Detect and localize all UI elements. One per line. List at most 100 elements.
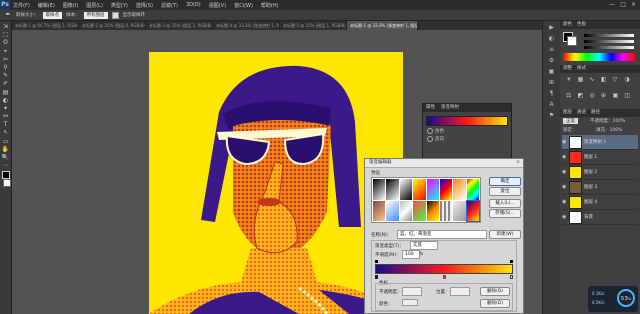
opacity-stop-right[interactable] [510, 260, 513, 263]
reverse-option[interactable]: 反向 [427, 136, 511, 142]
menu-file[interactable]: 文件(F) [13, 2, 30, 9]
eye-icon[interactable]: ◉ [562, 154, 567, 160]
preset-swatch[interactable] [373, 200, 386, 221]
bw-icon[interactable]: ◩ [578, 92, 588, 106]
brush-tool-icon[interactable]: ✐ [2, 81, 10, 87]
preset-swatch[interactable] [386, 179, 399, 200]
gradient-tool-icon[interactable]: ⚯ [2, 114, 10, 120]
new-button[interactable]: 新建(W) [489, 230, 521, 239]
more-tools-icon[interactable]: ⋯ [2, 163, 10, 169]
grid-icon[interactable]: ⊞ [547, 79, 556, 86]
preset-swatch[interactable] [439, 179, 453, 200]
delete-color-button[interactable]: 删除(D) [480, 299, 510, 308]
preset-swatch[interactable] [453, 179, 466, 200]
frame-icon[interactable]: ▣ [547, 68, 556, 75]
preset-swatch[interactable] [413, 179, 426, 200]
smoothness-input[interactable]: 100 [402, 250, 420, 259]
presets-grid[interactable] [371, 177, 481, 223]
blend-mode-select[interactable]: 正常 [563, 118, 578, 124]
dither-option[interactable]: 仿色 [427, 128, 511, 134]
doc-tab[interactable]: 未标题-4 @ 33.3% (渐变映射 1, RGB/8) [213, 21, 280, 30]
stop-location-input[interactable] [450, 287, 470, 296]
opacity-stop-left[interactable] [375, 260, 378, 263]
sample-size-select[interactable]: 取样点 [42, 11, 62, 19]
history-brush-icon[interactable]: ◐ [2, 97, 10, 104]
adjust-icon[interactable]: ◐ [547, 35, 556, 42]
eye-icon[interactable]: ◉ [562, 199, 567, 205]
tab-properties[interactable]: 属性 [426, 104, 435, 112]
preset-swatch[interactable] [453, 200, 466, 221]
preset-swatch[interactable] [386, 200, 399, 221]
eyedropper-icon[interactable]: ✒ [4, 12, 12, 18]
menu-type[interactable]: 类型(Y) [111, 2, 128, 9]
layer-row[interactable]: ◉ 图层 4 [562, 195, 638, 210]
move-tool-icon[interactable]: ⇲ [2, 24, 10, 30]
fill-label[interactable]: 填充：100% [596, 127, 622, 133]
curves-icon[interactable]: ∿ [589, 76, 599, 90]
zoom-tool-icon[interactable]: 🔍 [2, 155, 10, 161]
invert-icon[interactable]: ◫ [624, 92, 634, 106]
tab-color[interactable]: 颜色 [563, 21, 572, 29]
stop-color-swatch[interactable] [402, 299, 418, 306]
marquee-tool-icon[interactable]: ⬚ [2, 32, 10, 38]
layer-row[interactable]: ◉ 背景 [562, 210, 638, 225]
layer-row[interactable]: ◉ 图层 1 [562, 150, 638, 165]
doc-tab[interactable]: 未标题-1 @ 66.7% (图层 1, RGB/8) [12, 21, 79, 30]
eye-icon[interactable]: ◉ [562, 139, 567, 145]
opacity-label[interactable]: 不透明度：100% [590, 118, 625, 124]
gradient-type-select[interactable]: 实底 [410, 241, 438, 250]
color-stop-yellow[interactable] [510, 275, 513, 279]
preset-swatch[interactable] [399, 200, 413, 221]
color-picker[interactable] [560, 29, 640, 65]
slider-g[interactable] [584, 40, 634, 43]
play-icon[interactable]: ▶ [547, 24, 556, 31]
color-stop-blue[interactable] [375, 275, 378, 279]
tab-paths[interactable]: 路径 [591, 109, 600, 117]
gradient-map-preview[interactable] [426, 116, 508, 126]
slider-b[interactable] [584, 46, 634, 49]
preset-swatch[interactable] [439, 200, 453, 221]
tab-channels[interactable]: 通道 [577, 109, 586, 117]
stamp-tool-icon[interactable]: ▤ [2, 89, 10, 96]
dither-checkbox[interactable] [427, 128, 433, 134]
eyedropper-tool-icon[interactable]: ⚲ [2, 64, 10, 71]
gear-icon[interactable]: ⚙ [547, 57, 556, 64]
hue-icon[interactable]: ◑ [624, 76, 634, 90]
lookup-icon[interactable]: ▣ [613, 92, 623, 106]
opacity-stops-track[interactable] [375, 260, 513, 263]
flag-icon[interactable]: ⚑ [547, 112, 556, 119]
load-button[interactable]: 载入(L)... [489, 199, 521, 208]
preset-swatch[interactable] [426, 200, 439, 221]
delete-stop-button[interactable]: 删除(D) [480, 287, 510, 296]
menu-select[interactable]: 选择(S) [136, 2, 153, 9]
menu-window[interactable]: 窗口(W) [234, 2, 253, 9]
lasso-tool-icon[interactable]: ʘ [2, 40, 10, 46]
character-icon[interactable]: A [547, 101, 556, 108]
maximize-button[interactable]: □ [620, 0, 626, 10]
shape-tool-icon[interactable]: ▭ [2, 138, 10, 145]
color-stops-track[interactable] [375, 275, 513, 279]
photo-filter-icon[interactable]: ◎ [589, 92, 599, 106]
save-button[interactable]: 存储(S)... [489, 209, 521, 218]
layer-row[interactable]: ◉ 图层 2 [562, 165, 638, 180]
tab-adjustments[interactable]: 调整 [563, 65, 572, 73]
levels-icon[interactable]: ▦ [578, 76, 588, 90]
doc-tab[interactable]: 未标题-2 @ 25% (图层 0, RGB/8) [79, 21, 146, 30]
layer-row[interactable]: ◉ 图层 3 [562, 180, 638, 195]
quick-select-tool-icon[interactable]: ⌖ [2, 48, 10, 55]
slider-r[interactable] [584, 34, 634, 37]
layer-row[interactable]: ◉ 渐变映射 1 [562, 135, 638, 150]
healing-tool-icon[interactable]: ✎ [2, 73, 10, 79]
network-monitor-widget[interactable]: 0.1K/s 0.5K/s 53% [588, 286, 638, 312]
preset-swatch-selected[interactable] [465, 199, 481, 222]
close-button[interactable]: × [631, 0, 636, 10]
eye-icon[interactable]: ◉ [562, 184, 567, 190]
list-icon[interactable]: ≡ [547, 46, 556, 53]
reverse-checkbox[interactable] [427, 136, 433, 142]
tab-swatches[interactable]: 色板 [577, 21, 586, 29]
background-color-swatch[interactable] [3, 178, 11, 187]
gradient-name-input[interactable]: 蓝，红，黄渐变 [397, 230, 487, 239]
color-ramp[interactable] [563, 53, 635, 61]
dialog-close-icon[interactable]: × [516, 159, 523, 167]
preset-swatch[interactable] [399, 179, 413, 200]
